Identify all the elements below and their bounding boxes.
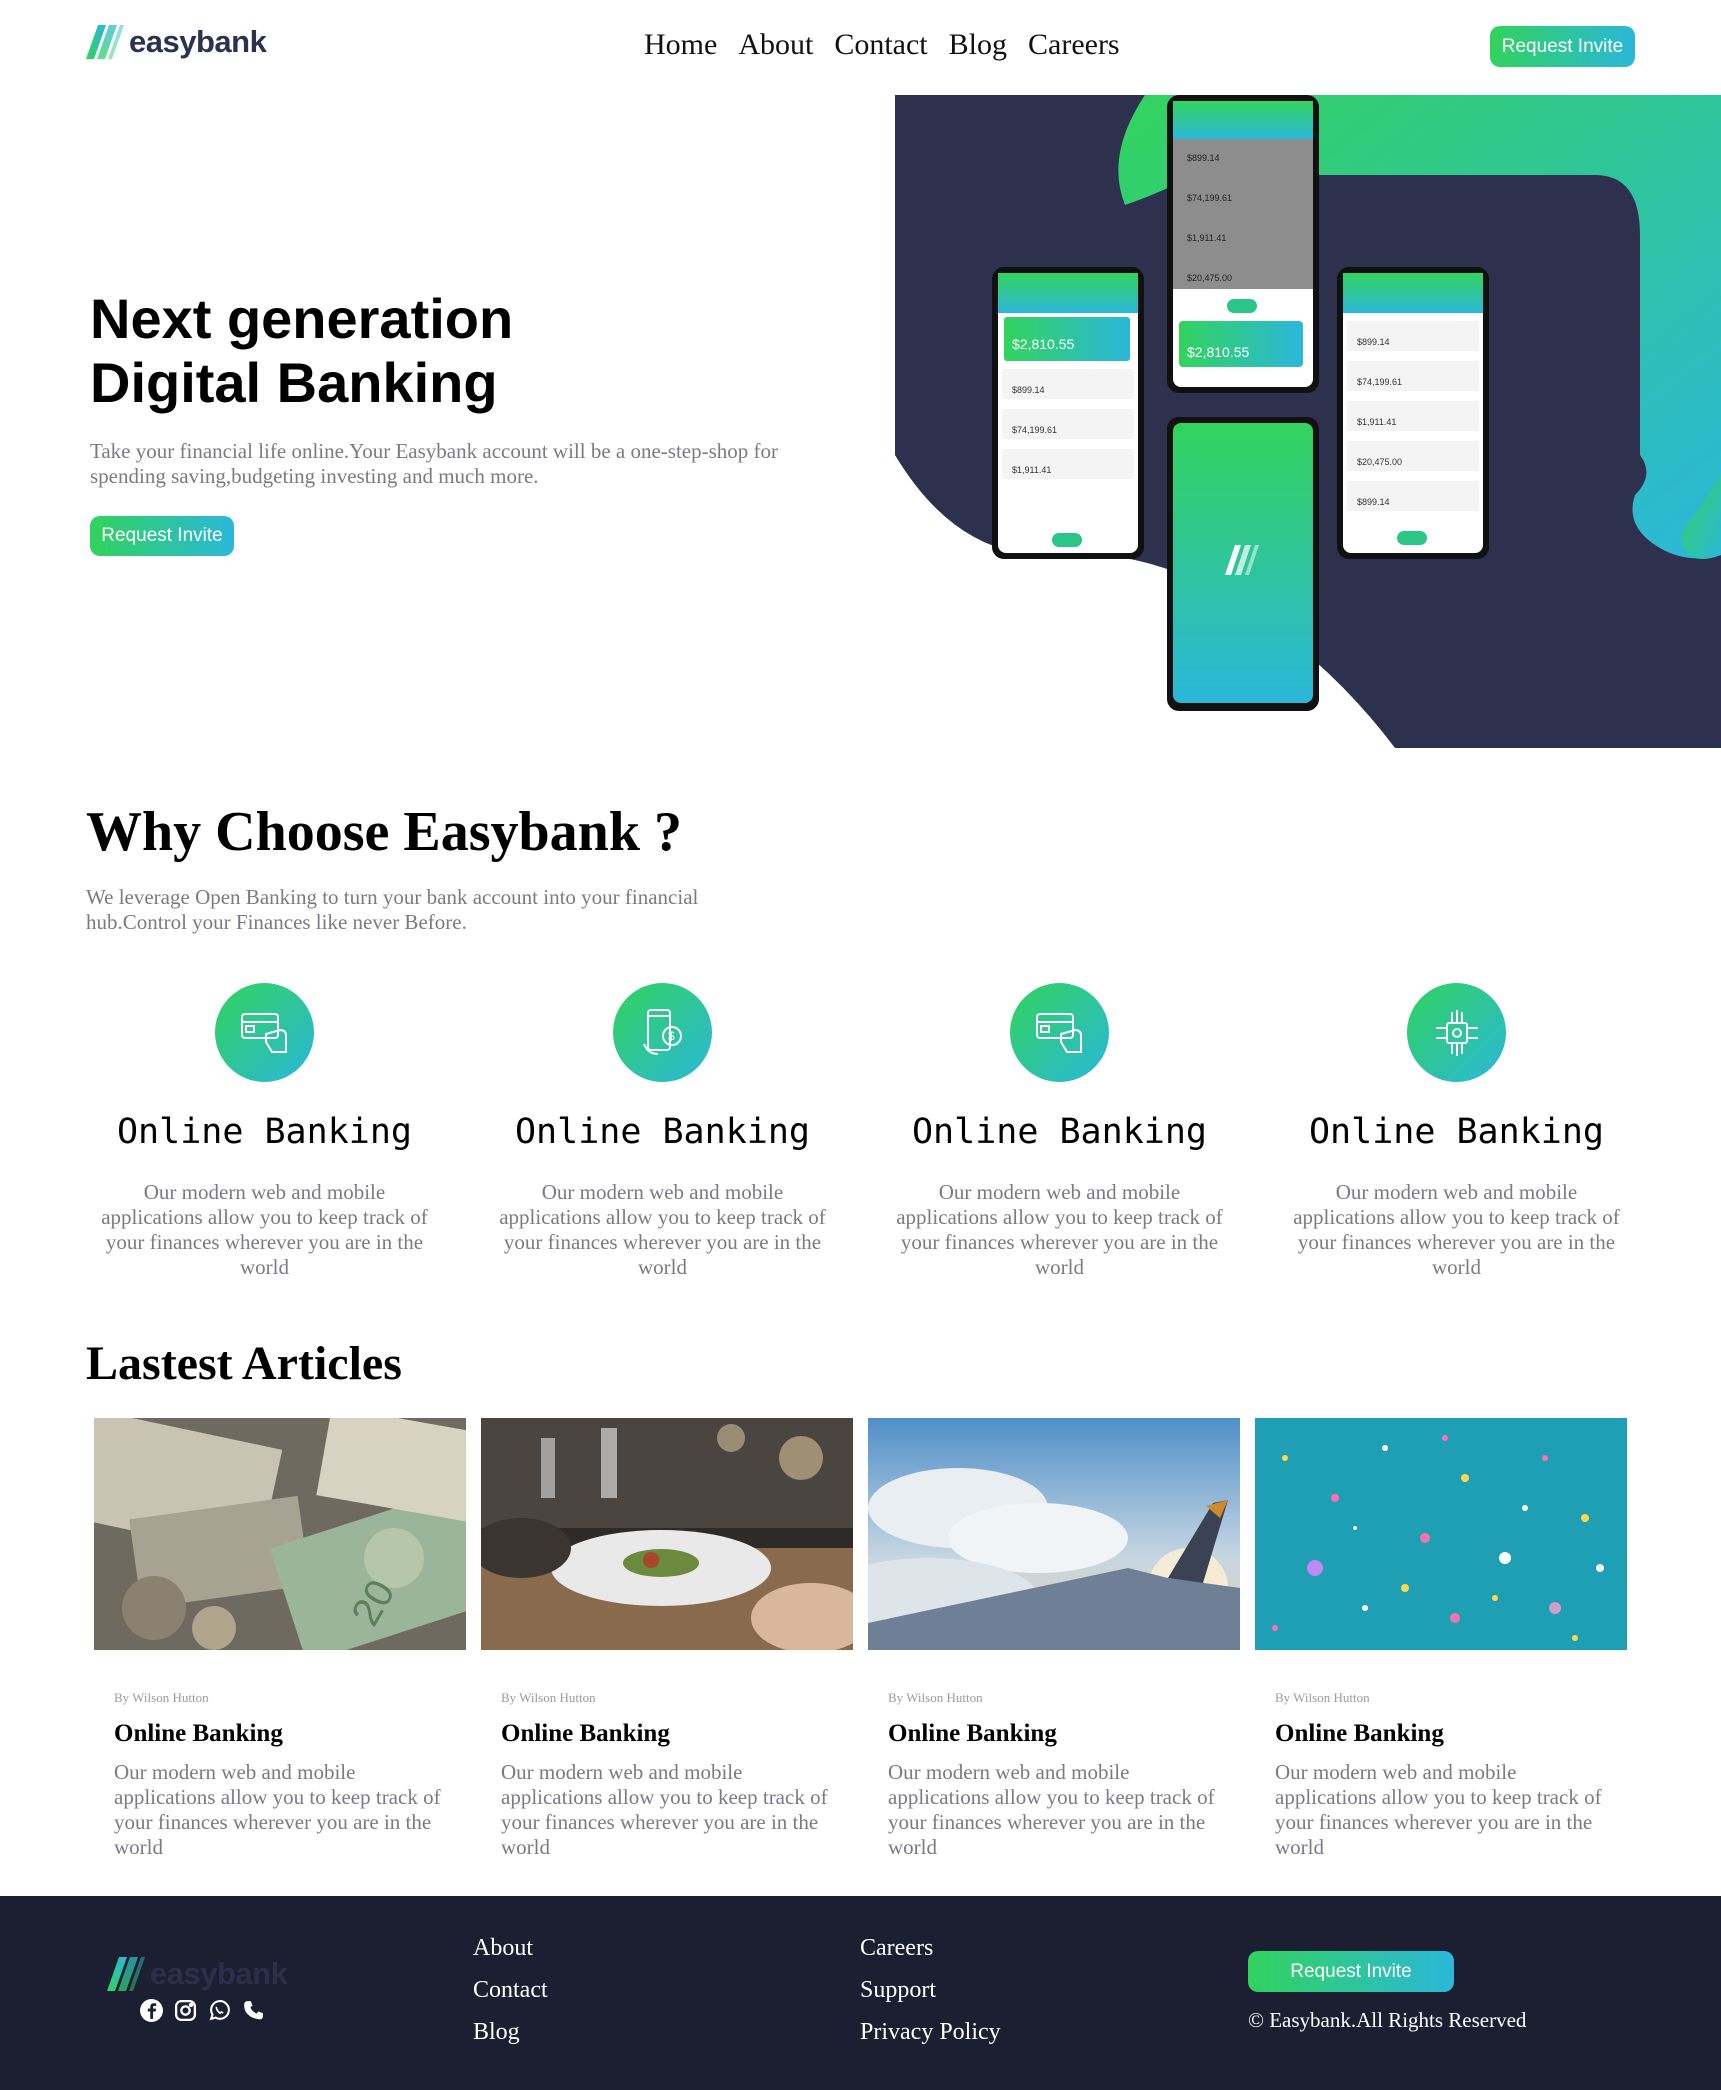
hero-phone-mockups: $2,810.55 $899.14 $74,199.61 $1,911.41 $…	[895, 95, 1721, 748]
article-text: Our modern web and mobile applications a…	[114, 1760, 441, 1859]
feature-text: Our modern web and mobile applications a…	[499, 1180, 826, 1279]
feature-text: Our modern web and mobile applications a…	[1293, 1180, 1620, 1279]
phone-mockup-accounts: $2,810.55 $899.14 $74,199.61 $1,911.41	[992, 267, 1144, 559]
article-author: By Wilson Hutton	[501, 1690, 596, 1705]
header-request-invite-button[interactable]: Request Invite	[1490, 26, 1635, 67]
phone-mockup-overview: $899.14 $74,199.61 $1,911.41 $20,475.00 …	[1167, 95, 1319, 393]
article-title[interactable]: Online Banking	[501, 1720, 833, 1748]
copyright-text: © Easybank.All Rights Reserved	[1248, 2008, 1527, 2032]
hero-title-line1: Next generation	[90, 287, 514, 350]
social-links	[139, 1998, 266, 2023]
svg-text:$20,475.00: $20,475.00	[1187, 273, 1232, 283]
svg-text:$899.14: $899.14	[1187, 153, 1220, 163]
brand-logo[interactable]: easybank	[86, 24, 267, 60]
nav-about[interactable]: About	[738, 28, 813, 62]
article-card[interactable]: By Wilson Hutton Online Banking Our mode…	[868, 1418, 1240, 1860]
svg-text:$: $	[668, 1029, 675, 1043]
airplane-photo[interactable]	[868, 1418, 1240, 1650]
svg-text:$74,199.61: $74,199.61	[1357, 377, 1402, 387]
article-title[interactable]: Online Banking	[114, 1720, 446, 1748]
footer-link-careers[interactable]: Careers	[860, 1934, 1001, 1962]
article-author: By Wilson Hutton	[1275, 1690, 1370, 1705]
nav-blog[interactable]: Blog	[949, 28, 1007, 62]
svg-text:$899.14: $899.14	[1357, 337, 1390, 347]
site-footer: easybank About Contact Blog Careers Supp…	[0, 1896, 1721, 2090]
article-text: Our modern web and mobile applications a…	[888, 1760, 1215, 1859]
article-author: By Wilson Hutton	[888, 1690, 983, 1705]
svg-text:$1,911.41: $1,911.41	[1357, 417, 1396, 427]
hero-request-invite-button[interactable]: Request Invite	[90, 516, 234, 556]
chip-circuit-icon	[1407, 983, 1506, 1082]
article-title[interactable]: Online Banking	[1275, 1720, 1607, 1748]
footer-links-col2: Careers Support Privacy Policy	[860, 1934, 1001, 2046]
whatsapp-icon[interactable]	[207, 1998, 232, 2023]
article-title[interactable]: Online Banking	[888, 1720, 1220, 1748]
card-hand-icon	[215, 983, 314, 1082]
site-header: easybank Home About Contact Blog Careers…	[0, 0, 1721, 95]
footer-link-blog[interactable]: Blog	[473, 2018, 548, 2046]
brand-name: easybank	[129, 24, 267, 59]
svg-text:$899.14: $899.14	[1357, 497, 1390, 507]
feature-card: Online Banking Our modern web and mobile…	[887, 983, 1232, 1280]
feature-card: $ Online Banking Our modern web and mobi…	[490, 983, 835, 1280]
articles-title: Lastest Articles	[86, 1337, 402, 1390]
article-card[interactable]: By Wilson Hutton Online Banking Our mode…	[1255, 1418, 1627, 1860]
footer-request-invite-button[interactable]: Request Invite	[1248, 1951, 1454, 1992]
why-title: Why Choose Easybank ?	[86, 801, 682, 863]
phone-icon[interactable]	[241, 1998, 266, 2023]
article-card[interactable]: 20 By Wilson Hutton Online Banking Our m…	[94, 1418, 466, 1860]
feature-card: Online Banking Our modern web and mobile…	[92, 983, 437, 1280]
hero-title: Next generation Digital Banking	[90, 287, 690, 415]
hero-title-line2: Digital Banking	[90, 351, 498, 414]
footer-links-col1: About Contact Blog	[473, 1934, 548, 2046]
main-nav: Home About Contact Blog Careers	[644, 28, 1120, 62]
facebook-icon[interactable]	[139, 1998, 164, 2023]
svg-text:$20,475.00: $20,475.00	[1357, 457, 1402, 467]
easybank-logo-icon	[107, 1957, 145, 1991]
mockup-amount: $74,199.61	[1012, 425, 1057, 435]
feature-title: Online Banking	[116, 1112, 412, 1152]
article-card[interactable]: By Wilson Hutton Online Banking Our mode…	[481, 1418, 853, 1860]
article-author: By Wilson Hutton	[114, 1690, 209, 1705]
confetti-photo[interactable]	[1255, 1418, 1627, 1650]
mockup-amount: $1,911.41	[1012, 465, 1051, 475]
mockup-amount: $899.14	[1012, 385, 1045, 395]
footer-link-about[interactable]: About	[473, 1934, 548, 1962]
feature-card: Online Banking Our modern web and mobile…	[1284, 983, 1629, 1280]
svg-text:$2,810.55: $2,810.55	[1187, 344, 1249, 360]
phone-dollar-icon: $	[613, 983, 712, 1082]
easybank-logo-icon	[86, 25, 124, 59]
article-text: Our modern web and mobile applications a…	[501, 1760, 828, 1859]
card-hand-icon	[1010, 983, 1109, 1082]
svg-text:$1,911.41: $1,911.41	[1187, 233, 1226, 243]
phone-mockup-list: $899.14 $74,199.61 $1,911.41 $20,475.00 …	[1337, 267, 1489, 559]
footer-brand-name: easybank	[150, 1956, 288, 1991]
mockup-total-1: $2,810.55	[1012, 336, 1074, 352]
svg-text:$74,199.61: $74,199.61	[1187, 193, 1232, 203]
phone-mockup-splash	[1167, 417, 1319, 711]
instagram-icon[interactable]	[173, 1998, 198, 2023]
footer-link-contact[interactable]: Contact	[473, 1976, 548, 2004]
nav-home[interactable]: Home	[644, 28, 717, 62]
article-text: Our modern web and mobile applications a…	[1275, 1760, 1602, 1859]
feature-title: Online Banking	[514, 1112, 810, 1152]
feature-text: Our modern web and mobile applications a…	[101, 1180, 428, 1279]
footer-logo[interactable]: easybank	[107, 1956, 288, 1992]
nav-contact[interactable]: Contact	[834, 28, 927, 62]
why-description: We leverage Open Banking to turn your ba…	[86, 885, 699, 934]
feature-text: Our modern web and mobile applications a…	[896, 1180, 1223, 1279]
feature-title: Online Banking	[911, 1112, 1207, 1152]
money-photo[interactable]: 20	[94, 1418, 466, 1650]
nav-careers[interactable]: Careers	[1028, 28, 1120, 62]
feature-title: Online Banking	[1308, 1112, 1604, 1152]
footer-link-privacy[interactable]: Privacy Policy	[860, 2018, 1001, 2046]
footer-link-support[interactable]: Support	[860, 1976, 1001, 2004]
restaurant-photo[interactable]	[481, 1418, 853, 1650]
hero-description: Take your financial life online.Your Eas…	[90, 439, 779, 488]
